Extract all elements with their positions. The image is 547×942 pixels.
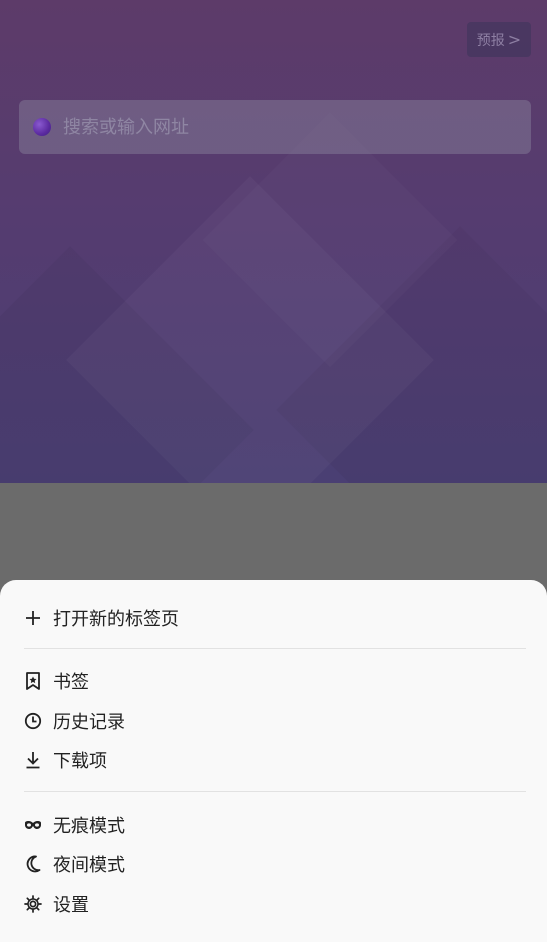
menu-item-label: 打开新的标签页	[53, 609, 179, 630]
clock-icon	[24, 712, 42, 730]
hero-background: 预报 >	[0, 0, 547, 483]
forecast-label: 预报	[476, 32, 505, 49]
menu-item-label: 历史记录	[53, 712, 125, 733]
menu-item-history[interactable]: 历史记录	[24, 705, 125, 737]
bookmark-icon	[24, 672, 42, 690]
menu-item-label: 夜间模式	[53, 855, 125, 876]
gear-icon	[24, 895, 42, 913]
menu-item-downloads[interactable]: 下载项	[24, 744, 107, 776]
menu-item-settings[interactable]: 设置	[24, 888, 89, 920]
menu-item-night-mode[interactable]: 夜间模式	[24, 848, 125, 880]
forecast-button[interactable]: 预报 >	[467, 22, 531, 57]
browser-home-screen: 预报 > 打开新的标签页 书签 历史记录	[0, 0, 547, 942]
moon-icon	[24, 855, 42, 873]
menu-item-new-tab[interactable]: 打开新的标签页	[24, 602, 179, 634]
search-bar[interactable]	[19, 100, 531, 154]
chevron-right-icon: >	[507, 29, 522, 49]
search-input[interactable]	[61, 115, 505, 139]
menu-item-bookmarks[interactable]: 书签	[24, 665, 89, 697]
menu-divider	[24, 791, 526, 792]
menu-item-label: 书签	[53, 672, 89, 693]
bottom-sheet-menu: 打开新的标签页 书签 历史记录 下载项 无痕模式 夜间模式 设置	[0, 580, 547, 942]
plus-icon	[24, 609, 42, 627]
menu-item-label: 设置	[53, 895, 89, 916]
menu-divider	[24, 648, 526, 649]
search-engine-icon[interactable]	[33, 118, 51, 136]
incognito-icon	[24, 816, 42, 834]
menu-item-incognito[interactable]: 无痕模式	[24, 809, 125, 841]
download-icon	[24, 751, 42, 769]
menu-item-label: 下载项	[53, 751, 107, 772]
menu-item-label: 无痕模式	[53, 816, 125, 837]
